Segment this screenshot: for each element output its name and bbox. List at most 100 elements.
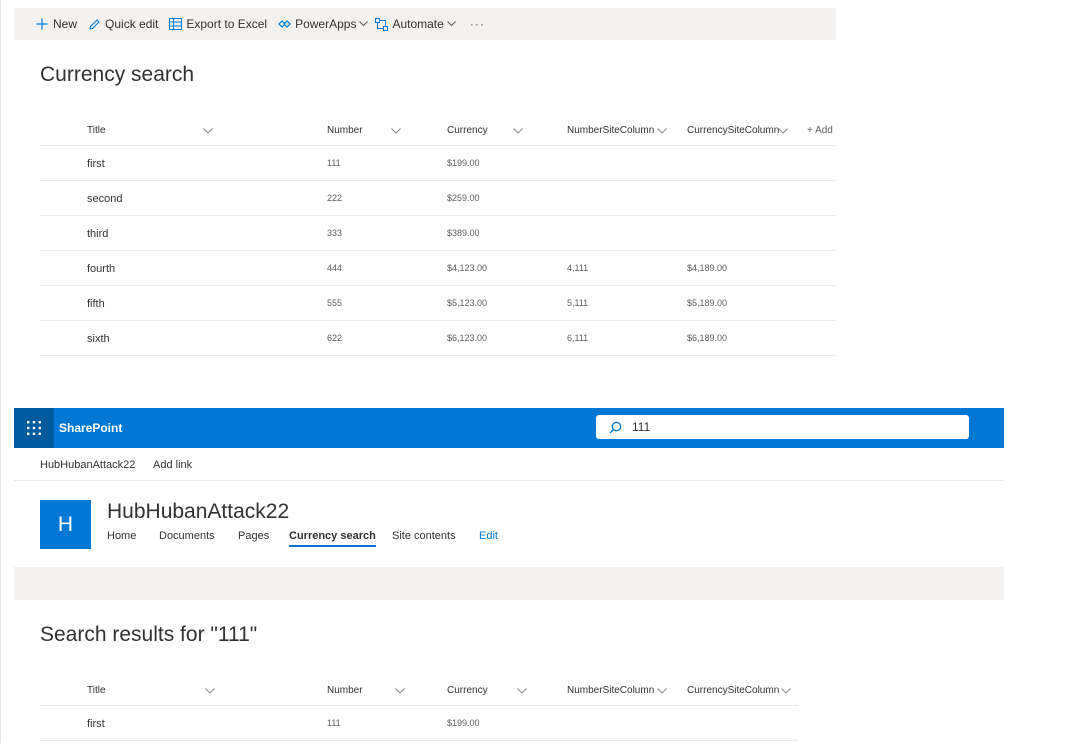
cell-currency: $5,123.00 [447,298,488,308]
powerapps-label: PowerApps [295,17,357,31]
results-table: Title Number Currency NumberSiteColumn C… [40,675,798,741]
nav-currency-search[interactable]: Currency search [289,530,376,547]
app-launcher-button[interactable] [14,408,54,448]
chevron-down-icon [517,686,527,697]
cell-currency: $389.00 [447,228,480,238]
export-to-excel-button[interactable]: Export to Excel [168,8,267,40]
nav-home[interactable]: Home [107,530,136,542]
nav-documents[interactable]: Documents [159,530,215,542]
chevron-down-icon [657,686,667,697]
cell-numbersitecolumn: 4,111 [567,263,589,273]
search-results-heading: Search results for "111" [40,623,258,646]
export-label: Export to Excel [186,17,268,31]
column-header-numbersitecolumn[interactable]: NumberSiteColumn [567,675,677,705]
chevron-down-icon [395,686,405,697]
chevron-down-icon [781,686,791,697]
cell-title[interactable]: third [87,217,108,251]
cell-currency: $199.00 [447,158,480,168]
column-header-currencysitecolumn[interactable]: CurrencySiteColumn [687,675,797,705]
window-edge [0,0,1,743]
cell-number: 444 [327,263,343,273]
suite-bar: SharePoint [14,408,1004,448]
hub-navigation: HubHubanAttack22 Add link [14,449,1004,481]
site-logo[interactable]: H [40,500,91,549]
table-row[interactable]: second 222 $259.00 [40,181,836,216]
chevron-down-icon [778,126,788,137]
column-header-currency[interactable]: Currency [447,675,527,705]
waffle-icon [27,421,41,435]
new-label: New [53,17,78,31]
command-bar-empty [14,567,1004,600]
column-header-currency[interactable]: Currency [447,115,527,145]
column-header-number[interactable]: Number [327,675,407,705]
cell-title[interactable]: sixth [87,322,110,356]
automate-label: Automate [392,17,444,31]
cell-title[interactable]: first [87,707,105,741]
cell-currency: $259.00 [447,193,480,203]
list-title: Currency search [40,63,195,86]
excel-grid-icon [168,17,182,31]
add-column-button[interactable]: + Add [807,115,836,145]
cell-number: 333 [327,228,343,238]
search-input[interactable] [632,420,952,434]
chevron-down-icon [359,21,369,27]
search-box[interactable] [596,415,969,439]
cell-number: 111 [327,718,341,728]
cell-title[interactable]: fourth [87,252,115,286]
cell-currencysitecolumn: $4,189.00 [687,263,728,273]
chevron-down-icon [203,126,213,137]
nav-pages[interactable]: Pages [238,530,269,542]
more-icon: ··· [469,17,485,31]
command-bar: New Quick edit Export to Excel PowerApps… [14,8,836,40]
cell-number: 111 [327,158,341,168]
cell-number: 622 [327,333,343,343]
add-link-button[interactable]: Add link [153,449,192,480]
column-header-number[interactable]: Number [327,115,407,145]
results-header-row: Title Number Currency NumberSiteColumn C… [40,675,798,706]
table-row[interactable]: sixth 622 $6,123.00 6,111 $6,189.00 [40,321,836,356]
table-row[interactable]: fifth 555 $5,123.00 5,111 $5,189.00 [40,286,836,321]
cell-currency: $199.00 [447,718,480,728]
table-row[interactable]: first 111 $199.00 [40,706,798,741]
powerapps-icon [277,17,291,31]
cell-title[interactable]: fifth [87,287,105,321]
cell-currency: $4,123.00 [447,263,488,273]
more-actions-button[interactable]: ··· [470,8,485,40]
hub-home-link[interactable]: HubHubanAttack22 [40,449,135,480]
search-icon [609,421,622,434]
cell-title[interactable]: second [87,182,122,216]
quick-edit-button[interactable]: Quick edit [87,8,158,40]
table-row[interactable]: fourth 444 $4,123.00 4,111 $4,189.00 [40,251,836,286]
flow-icon [374,17,388,31]
cell-numbersitecolumn: 6,111 [567,333,589,343]
nav-edit-link[interactable]: Edit [479,530,498,542]
table-row[interactable]: first 111 $199.00 [40,146,836,181]
powerapps-button[interactable]: PowerApps [277,8,369,40]
chevron-down-icon [205,686,215,697]
chevron-down-icon [446,21,456,27]
column-header-currencysitecolumn[interactable]: CurrencySiteColumn [687,115,797,145]
cell-number: 222 [327,193,343,203]
chevron-down-icon [391,126,401,137]
pencil-icon [87,17,101,31]
column-header-numbersitecolumn[interactable]: NumberSiteColumn [567,115,677,145]
quick-edit-label: Quick edit [105,17,159,31]
chevron-down-icon [513,126,523,137]
table-row[interactable]: third 333 $389.00 [40,216,836,251]
cell-currencysitecolumn: $5,189.00 [687,298,728,308]
list-table: Title Number Currency NumberSiteColumn C… [40,115,836,356]
cell-number: 555 [327,298,343,308]
cell-title[interactable]: first [87,147,105,181]
nav-site-contents[interactable]: Site contents [392,530,456,542]
chevron-down-icon [657,126,667,137]
cell-currencysitecolumn: $6,189.00 [687,333,728,343]
cell-currency: $6,123.00 [447,333,488,343]
automate-button[interactable]: Automate [374,8,456,40]
column-header-title[interactable]: Title [87,675,217,705]
cell-numbersitecolumn: 5,111 [567,298,589,308]
new-button[interactable]: New [35,8,77,40]
column-header-title[interactable]: Title [87,115,217,145]
site-title[interactable]: HubHubanAttack22 [107,500,289,524]
list-header-row: Title Number Currency NumberSiteColumn C… [40,115,836,146]
sharepoint-brand-link[interactable]: SharePoint [59,408,122,448]
